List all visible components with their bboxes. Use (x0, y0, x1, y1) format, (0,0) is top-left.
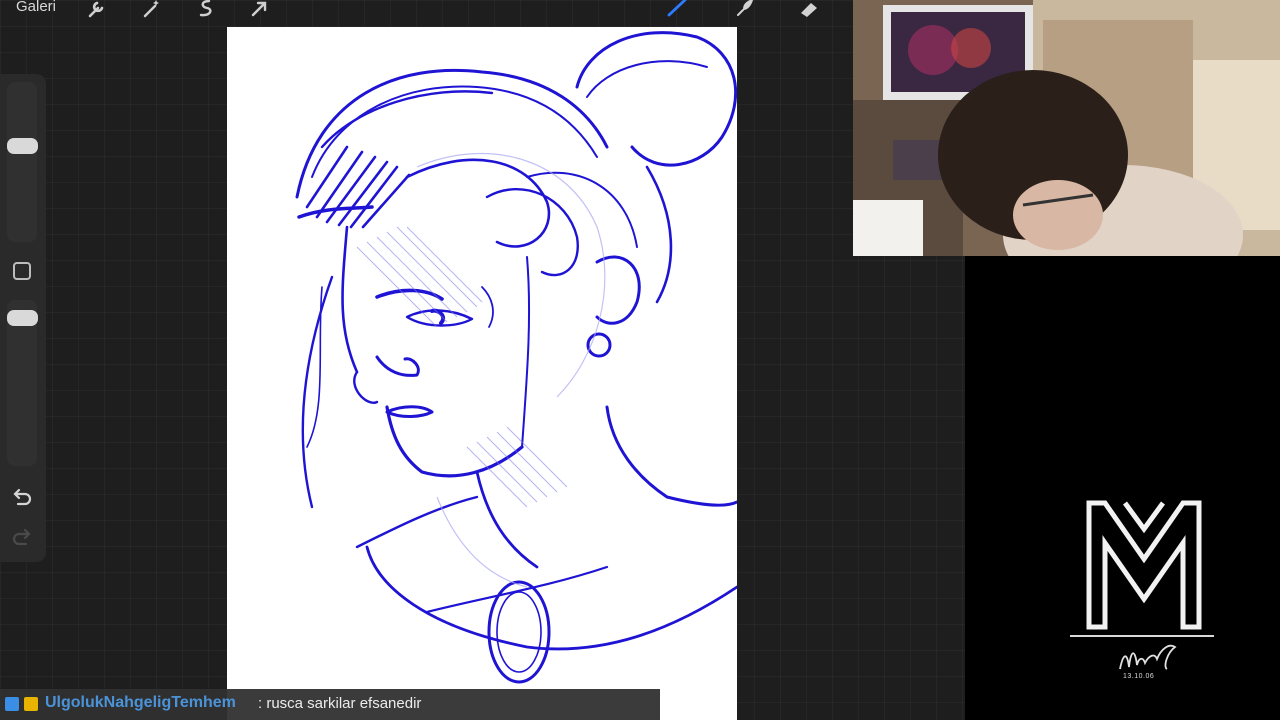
undo-icon[interactable] (10, 488, 34, 508)
brush-size-handle[interactable] (7, 138, 38, 154)
mm-logo-icon (1086, 500, 1202, 630)
opacity-handle[interactable] (7, 310, 38, 326)
signature-date: 13.10.06 (1123, 673, 1155, 680)
brand-divider (1070, 635, 1214, 637)
chat-username: UlgolukNahgeligTemhem (45, 694, 236, 711)
streamer-webcam (853, 0, 1280, 256)
top-toolbar: Galeri (0, 0, 853, 22)
sidebar (0, 74, 46, 562)
magic-wand-icon[interactable] (139, 0, 163, 19)
drawing-canvas[interactable] (227, 27, 737, 720)
gallery-button[interactable]: Galeri (16, 0, 56, 15)
drawing-workspace[interactable]: Galeri (0, 0, 965, 720)
sketch-artwork (295, 31, 737, 684)
square-icon[interactable] (13, 262, 31, 280)
transform-arrow-icon[interactable] (247, 0, 271, 19)
redo-icon[interactable] (10, 528, 34, 548)
verified-badge-icon (5, 697, 19, 711)
chat-overlay: UlgolukNahgeligTemhem : rusca sarkilar e… (0, 689, 660, 720)
smudge-icon[interactable] (732, 0, 756, 19)
brand-panel: 13.10.06 (965, 256, 1280, 720)
crown-badge-icon (24, 697, 38, 711)
selection-icon[interactable] (193, 0, 217, 19)
wrench-icon[interactable] (84, 0, 108, 19)
eraser-icon[interactable] (797, 0, 821, 19)
brush-size-slider[interactable] (7, 82, 37, 242)
brush-icon[interactable] (665, 0, 689, 19)
chat-message: : rusca sarkilar efsanedir (258, 695, 422, 712)
